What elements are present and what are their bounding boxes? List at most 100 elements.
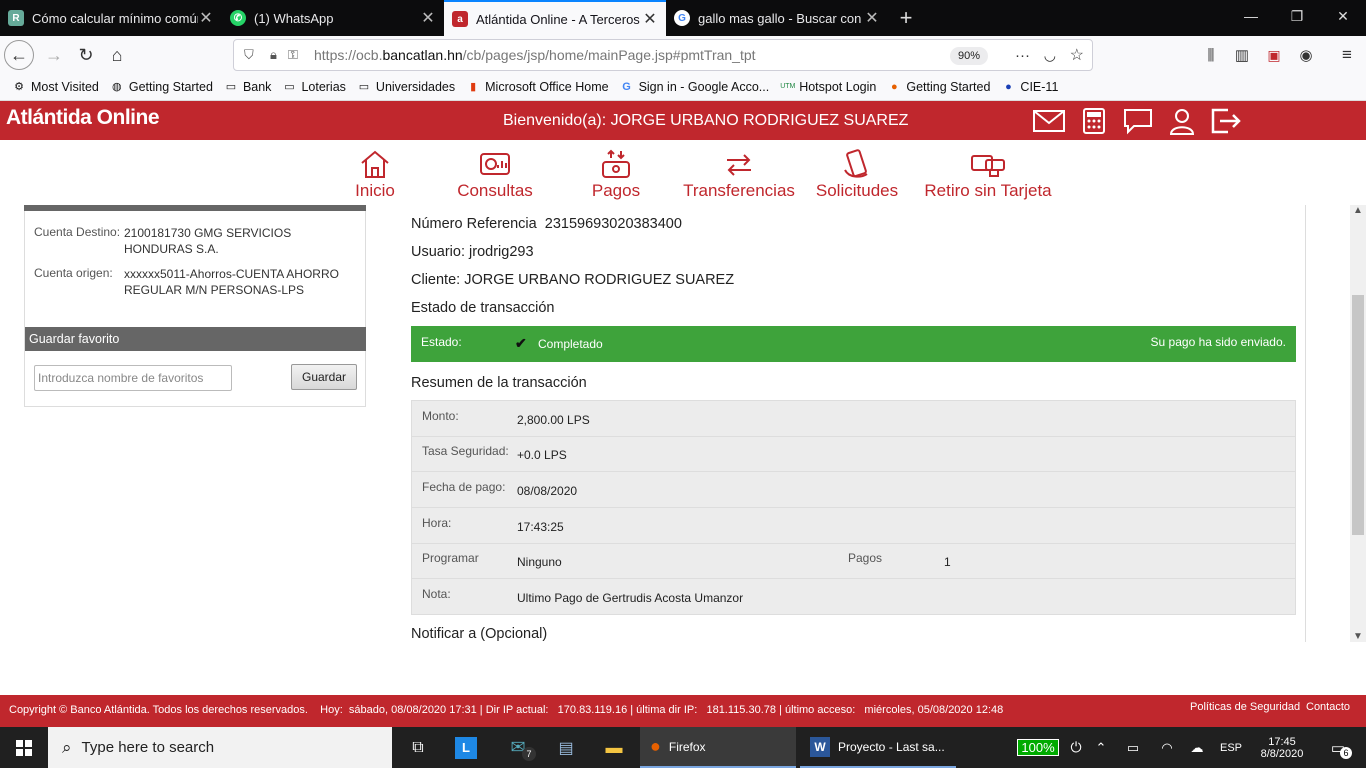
menu-inicio[interactable]: Inicio	[355, 148, 395, 201]
reload-button[interactable]: ↻	[70, 39, 102, 71]
dest-account-row: Cuenta Destino: 2100181730 GMG SERVICIOS…	[25, 225, 365, 257]
row-value: 1	[944, 555, 951, 569]
bookmark-getting-started-2[interactable]: ● Getting Started	[887, 80, 990, 94]
star-icon[interactable]: ☆	[1070, 45, 1084, 65]
task-view-icon[interactable]: ⧉	[400, 727, 436, 768]
search-icon: ⌕	[62, 737, 72, 757]
tab-mcm[interactable]: R Cómo calcular mínimo común ✕	[0, 0, 222, 36]
phone-request-icon	[844, 149, 868, 178]
tab-title: gallo mas gallo - Buscar con G	[698, 10, 864, 26]
row-label: Tasa Seguridad:	[422, 444, 509, 458]
account-icon[interactable]: ◉	[1290, 39, 1322, 71]
key-icon[interactable]: ⚿	[288, 47, 298, 63]
firefox-icon: ●	[891, 81, 898, 93]
windows-start-icon[interactable]	[0, 727, 48, 768]
pocket-icon[interactable]: ◡	[1044, 47, 1056, 64]
wifi-icon[interactable]: ◠	[1156, 727, 1178, 768]
battery-icon[interactable]: ▭	[1122, 727, 1144, 768]
check-icon: ✔	[515, 335, 527, 351]
security-policy-link[interactable]: Políticas de Seguridad	[1190, 701, 1300, 713]
user-line: Usuario: jrodrig293	[411, 244, 534, 260]
scrollbar[interactable]: ▲ ▼	[1350, 205, 1366, 642]
more-actions-icon[interactable]: ···	[1015, 47, 1030, 64]
shield-icon[interactable]: ⛉	[244, 47, 254, 63]
new-tab-button[interactable]: +	[888, 0, 924, 36]
home-button[interactable]: ⌂	[101, 39, 133, 71]
notification-icon[interactable]: ▭ 6	[1318, 727, 1358, 768]
chat-icon[interactable]	[1122, 107, 1154, 135]
close-icon[interactable]: ✕	[198, 8, 214, 28]
user-icon[interactable]	[1166, 107, 1198, 135]
maximize-button[interactable]: ❐	[1274, 0, 1320, 32]
tab-google[interactable]: G gallo mas gallo - Buscar con G ✕	[666, 0, 888, 36]
row-label: Pagos	[848, 551, 883, 565]
bookmark-universidades[interactable]: ▭ Universidades	[357, 80, 455, 94]
scroll-up-icon[interactable]: ▲	[1353, 205, 1363, 216]
cloud-icon[interactable]: ☁	[1186, 727, 1208, 768]
close-icon[interactable]: ✕	[864, 8, 880, 28]
lock-icon[interactable]: 🔒︎	[270, 47, 277, 63]
footer-info: Copyright © Banco Atlántida. Todos los d…	[9, 704, 1004, 716]
taskbar-firefox[interactable]: ● Firefox	[640, 727, 796, 768]
bookmark-loterias[interactable]: ▭ Loterias	[282, 80, 346, 94]
zoom-badge[interactable]: 90%	[949, 47, 988, 65]
utm-icon: UTM	[780, 83, 796, 90]
forward-button[interactable]: →	[38, 39, 70, 71]
contact-link[interactable]: Contacto	[1306, 701, 1350, 713]
menu-pagos[interactable]: Pagos	[591, 148, 641, 201]
bookmark-hotspot[interactable]: UTM Hotspot Login	[780, 80, 876, 94]
clock[interactable]: 17:45 8/8/2020	[1254, 727, 1310, 768]
url-bar[interactable]: ⛉ 🔒︎ ⚿ https://ocb.bancatlan.hn/cb/pages…	[233, 39, 1093, 71]
calculator-icon[interactable]	[1078, 107, 1110, 135]
l-app-icon[interactable]: L	[448, 727, 484, 768]
scroll-down-icon[interactable]: ▼	[1353, 631, 1363, 642]
scrollbar-thumb[interactable]	[1352, 295, 1364, 535]
reference-label: Número Referencia	[411, 216, 537, 232]
save-favorite-button[interactable]: Guardar	[291, 364, 357, 390]
tab-atlantida[interactable]: a Atlántida Online - A Terceros ✕	[444, 0, 666, 36]
back-button[interactable]: ←	[4, 40, 34, 70]
bookmark-cie11[interactable]: ● CIE-11	[1001, 80, 1058, 94]
menu-retiro-sin-tarjeta[interactable]: Retiro sin Tarjeta	[922, 148, 1054, 201]
site-menu: Inicio Consultas Pagos Transferencias So…	[0, 140, 1366, 205]
word-icon: W	[810, 736, 830, 757]
bookmark-bank[interactable]: ▭ Bank	[224, 80, 272, 94]
mail-icon[interactable]	[1033, 107, 1065, 135]
close-icon[interactable]: ✕	[642, 9, 658, 29]
menu-solicitudes[interactable]: Solicitudes	[815, 148, 899, 201]
battery-widget[interactable]: 100%	[1014, 727, 1062, 768]
search-placeholder: Type here to search	[81, 739, 215, 756]
url-prefix: https://ocb.	[314, 47, 383, 63]
status-value: Completado	[538, 337, 603, 351]
tab-whatsapp[interactable]: ✆ (1) WhatsApp ✕	[222, 0, 444, 36]
mail-app-icon[interactable]: ✉ 7	[498, 727, 538, 768]
logout-icon[interactable]	[1210, 107, 1242, 135]
chevron-up-icon[interactable]: ⌃	[1090, 727, 1112, 768]
extension-icon[interactable]: ▣	[1258, 39, 1290, 71]
site-logo[interactable]: Atlántida Online	[6, 106, 160, 130]
file-explorer-icon[interactable]: ▬	[596, 727, 632, 768]
close-window-button[interactable]: ✕	[1320, 0, 1366, 32]
network-app-icon[interactable]: ▤	[548, 727, 584, 768]
favorite-name-input[interactable]: Introduzca nombre de favoritos	[34, 365, 232, 391]
hamburger-menu-icon[interactable]: ≡	[1331, 39, 1363, 71]
library-icon[interactable]: ⫼	[1195, 39, 1227, 71]
sidebar-icon[interactable]: ▥	[1226, 39, 1258, 71]
bookmark-most-visited[interactable]: ⚙ Most Visited	[12, 80, 99, 94]
taskbar-search-box[interactable]: ⌕ Type here to search	[48, 727, 392, 768]
menu-consultas[interactable]: Consultas	[457, 148, 533, 201]
favorite-header: Guardar favorito	[25, 327, 366, 351]
bookmark-getting-started[interactable]: ◍ Getting Started	[110, 80, 213, 94]
language-indicator[interactable]: ESP	[1218, 727, 1244, 768]
bookmark-office[interactable]: ▮ Microsoft Office Home	[466, 80, 608, 94]
notify-title: Notificar a (Opcional)	[411, 626, 548, 642]
report-icon	[480, 153, 510, 175]
taskbar-word[interactable]: W Proyecto - Last sa...	[800, 727, 956, 768]
minimize-button[interactable]: —	[1228, 0, 1274, 32]
close-icon[interactable]: ✕	[420, 8, 436, 28]
bookmark-google-signin[interactable]: G Sign in - Google Acco...	[620, 80, 769, 94]
menu-transferencias[interactable]: Transferencias	[683, 148, 795, 201]
tab-title: (1) WhatsApp	[254, 10, 334, 26]
payment-icon	[602, 149, 630, 178]
url-text[interactable]: https://ocb.bancatlan.hn/cb/pages/jsp/ho…	[314, 47, 756, 63]
